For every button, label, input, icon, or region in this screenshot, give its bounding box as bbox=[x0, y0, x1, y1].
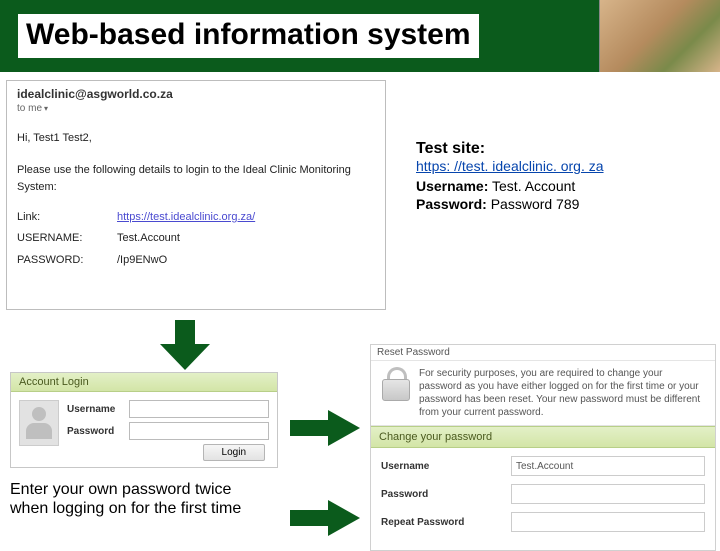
email-body: Hi, Test1 Test2, Please use the followin… bbox=[17, 130, 375, 270]
reset-repeat-input[interactable] bbox=[511, 512, 705, 532]
login-user-input[interactable] bbox=[129, 400, 269, 418]
email-pass-value: /Ip9ENwO bbox=[117, 252, 167, 270]
reset-repeat-label: Repeat Password bbox=[381, 517, 511, 528]
arrow-right-icon bbox=[290, 498, 360, 538]
login-button[interactable]: Login bbox=[203, 444, 265, 461]
email-link-label: Link: bbox=[17, 209, 107, 227]
email-panel: idealclinic@asgworld.co.za to me ▾ Hi, T… bbox=[6, 80, 386, 310]
reset-change-title: Change your password bbox=[371, 426, 715, 448]
test-site-user-value: Test. Account bbox=[492, 178, 575, 194]
email-user-value: Test.Account bbox=[117, 230, 180, 248]
reset-top-title: Reset Password bbox=[371, 345, 715, 361]
arrow-right-icon bbox=[290, 408, 360, 448]
test-site-info: Test site: https: //test. idealclinic. o… bbox=[416, 140, 696, 212]
reset-user-label: Username bbox=[381, 461, 511, 472]
avatar-icon bbox=[19, 400, 59, 446]
login-pass-label: Password bbox=[67, 426, 129, 437]
reset-user-value: Test.Account bbox=[511, 456, 705, 476]
test-site-link[interactable]: https: //test. idealclinic. org. za bbox=[416, 158, 604, 174]
chevron-down-icon: ▾ bbox=[44, 104, 48, 113]
header-photo bbox=[599, 0, 720, 72]
test-site-pass-label: Password: bbox=[416, 196, 487, 212]
login-pass-input[interactable] bbox=[129, 422, 269, 440]
reset-pass-input[interactable] bbox=[511, 484, 705, 504]
email-greeting: Hi, Test1 Test2, bbox=[17, 130, 375, 148]
email-credentials: Link: https://test.idealclinic.org.za/ U… bbox=[17, 209, 375, 270]
caption-text: Enter your own password twice when loggi… bbox=[10, 480, 270, 518]
email-to-text: to me bbox=[17, 103, 42, 114]
header-band: Web-based information system bbox=[0, 0, 720, 72]
reset-panel: Reset Password For security purposes, yo… bbox=[370, 344, 716, 551]
reset-pass-label: Password bbox=[381, 489, 511, 500]
test-site-heading: Test site: bbox=[416, 140, 696, 158]
arrow-down-icon bbox=[155, 320, 215, 370]
slide-title: Web-based information system bbox=[18, 14, 479, 58]
test-site-user-label: Username: bbox=[416, 178, 488, 194]
email-link[interactable]: https://test.idealclinic.org.za/ bbox=[117, 209, 255, 227]
login-user-label: Username bbox=[67, 404, 129, 415]
login-title: Account Login bbox=[11, 373, 277, 392]
login-panel: Account Login Username Password Login bbox=[10, 372, 278, 468]
lock-icon bbox=[379, 367, 411, 401]
email-intro: Please use the following details to logi… bbox=[17, 162, 375, 197]
email-to-line: to me ▾ bbox=[17, 103, 375, 114]
reset-message: For security purposes, you are required … bbox=[419, 367, 707, 419]
email-user-label: USERNAME: bbox=[17, 230, 107, 248]
test-site-pass-value: Password 789 bbox=[491, 196, 580, 212]
email-pass-label: PASSWORD: bbox=[17, 252, 107, 270]
email-sender: idealclinic@asgworld.co.za bbox=[17, 87, 375, 101]
